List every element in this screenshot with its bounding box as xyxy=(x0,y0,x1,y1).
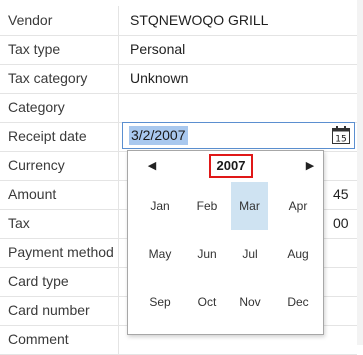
vendor-value[interactable]: STQNEWOQO GRILL xyxy=(130,6,268,35)
month-jun[interactable]: Jun xyxy=(191,237,223,271)
vendor-label: Vendor xyxy=(0,6,119,35)
tax-type-value[interactable]: Personal xyxy=(130,35,185,64)
month-may[interactable]: May xyxy=(144,237,176,271)
previous-year-button[interactable]: ◀ xyxy=(145,159,159,173)
month-jan[interactable]: Jan xyxy=(144,189,176,223)
row-tax-category: Tax category Unknown xyxy=(0,64,357,94)
tax-label: Tax xyxy=(0,209,119,238)
next-year-button[interactable]: ▶ xyxy=(303,159,317,173)
row-category: Category xyxy=(0,93,357,123)
month-mar[interactable]: Mar xyxy=(231,182,268,230)
month-sep[interactable]: Sep xyxy=(144,285,176,319)
tax-category-label: Tax category xyxy=(0,64,119,93)
payment-method-label: Payment method xyxy=(0,238,119,267)
month-nov[interactable]: Nov xyxy=(234,285,266,319)
month-jul[interactable]: Jul xyxy=(234,237,266,271)
row-tax-type: Tax type Personal xyxy=(0,35,357,65)
year-header[interactable]: 2007 xyxy=(209,154,253,178)
month-apr[interactable]: Apr xyxy=(282,189,314,223)
card-type-label: Card type xyxy=(0,267,119,296)
receipt-date-field[interactable]: 3/2/2007 15 xyxy=(122,122,355,149)
month-dec[interactable]: Dec xyxy=(282,285,314,319)
row-vendor: Vendor STQNEWOQO GRILL xyxy=(0,6,357,36)
month-feb[interactable]: Feb xyxy=(191,189,223,223)
tax-type-label: Tax type xyxy=(0,35,119,64)
comment-label: Comment xyxy=(0,325,119,354)
vertical-scrollbar[interactable] xyxy=(357,0,363,345)
month-aug[interactable]: Aug xyxy=(282,237,314,271)
amount-label: Amount xyxy=(0,180,119,209)
currency-label: Currency xyxy=(0,151,119,180)
receipt-date-label: Receipt date xyxy=(0,122,119,151)
calendar-icon[interactable]: 15 xyxy=(331,125,351,145)
card-number-label: Card number xyxy=(0,296,119,325)
tax-category-value[interactable]: Unknown xyxy=(130,64,188,93)
category-label: Category xyxy=(0,93,119,122)
calendar-icon-day: 15 xyxy=(335,135,346,145)
month-oct[interactable]: Oct xyxy=(191,285,223,319)
tax-value-tail: 00 xyxy=(333,215,349,231)
amount-value-tail: 45 xyxy=(333,186,349,202)
receipt-date-value[interactable]: 3/2/2007 xyxy=(129,126,188,145)
month-picker-popup: ◀ 2007 ▶ Jan Feb Mar Apr May Jun Jul Aug… xyxy=(127,150,324,335)
